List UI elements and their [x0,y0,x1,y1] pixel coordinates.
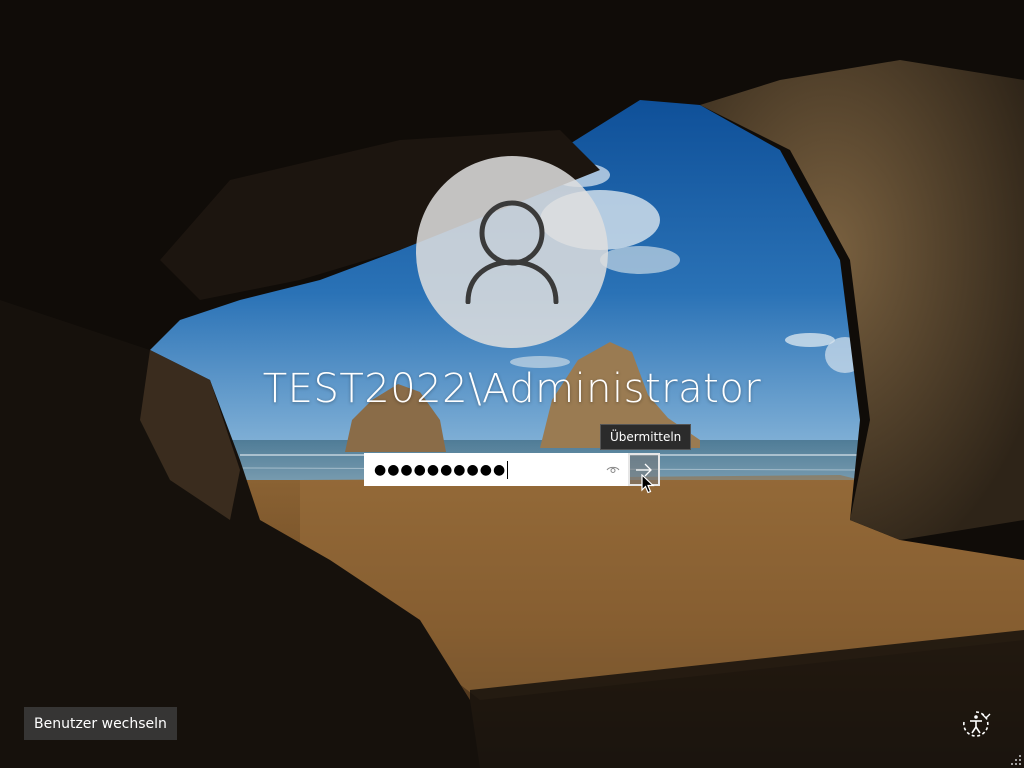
user-avatar [416,156,608,348]
submit-tooltip: Übermitteln [600,424,692,450]
user-silhouette-icon [465,200,559,304]
eye-icon [606,466,620,473]
ease-of-access-icon[interactable] [958,706,994,742]
reveal-password-button[interactable] [600,455,626,484]
switch-user-button[interactable]: Benutzer wechseln [24,707,177,740]
password-input[interactable]: ●●●●●●●●●● [364,453,628,486]
text-caret [507,460,509,479]
mouse-pointer-icon [641,474,655,494]
password-mask: ●●●●●●●●●● [374,461,507,478]
username-label: TEST2022\Administrator [262,366,762,412]
resize-grip-icon [1011,755,1021,765]
password-row: ●●●●●●●●●● [364,453,660,486]
